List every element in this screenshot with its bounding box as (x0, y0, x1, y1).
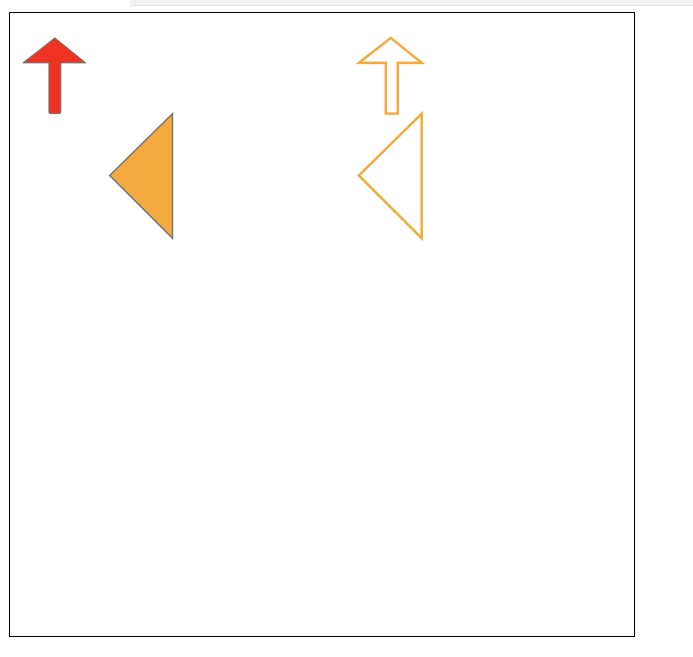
outline-up-arrow[interactable] (355, 36, 426, 115)
outline-left-triangle[interactable] (357, 110, 423, 242)
drawing-canvas[interactable] (9, 12, 635, 637)
top-strip (130, 0, 693, 6)
filled-left-triangle[interactable] (108, 111, 174, 241)
shape-layer (22, 36, 426, 242)
filled-up-arrow[interactable] (22, 37, 87, 115)
